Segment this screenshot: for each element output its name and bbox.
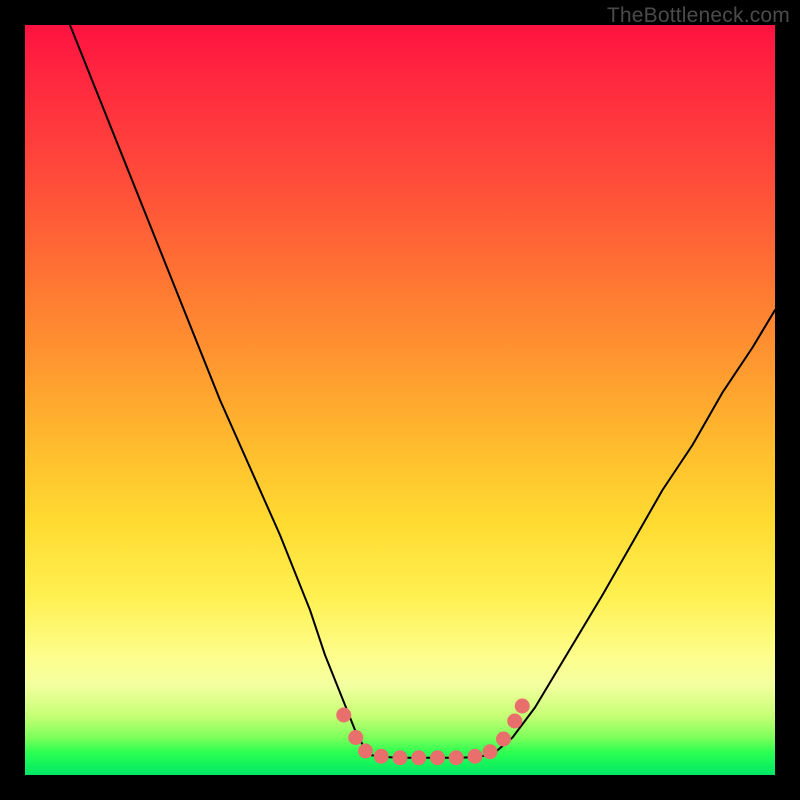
chart-frame: TheBottleneck.com xyxy=(0,0,800,800)
valley-marker xyxy=(393,750,408,765)
valley-marker xyxy=(374,749,389,764)
valley-marker xyxy=(449,750,464,765)
valley-marker xyxy=(496,732,511,747)
valley-marker xyxy=(358,744,373,759)
curve-svg xyxy=(25,25,775,775)
valley-marker xyxy=(515,699,530,714)
watermark-text: TheBottleneck.com xyxy=(607,4,790,28)
valley-marker xyxy=(483,744,498,759)
marker-series xyxy=(336,699,530,766)
valley-marker xyxy=(411,750,426,765)
valley-marker xyxy=(507,714,522,729)
valley-marker xyxy=(430,750,445,765)
valley-marker xyxy=(336,708,351,723)
bottleneck-curve xyxy=(70,25,775,758)
valley-marker xyxy=(468,749,483,764)
line-series xyxy=(70,25,775,758)
plot-area xyxy=(25,25,775,775)
valley-marker xyxy=(348,730,363,745)
